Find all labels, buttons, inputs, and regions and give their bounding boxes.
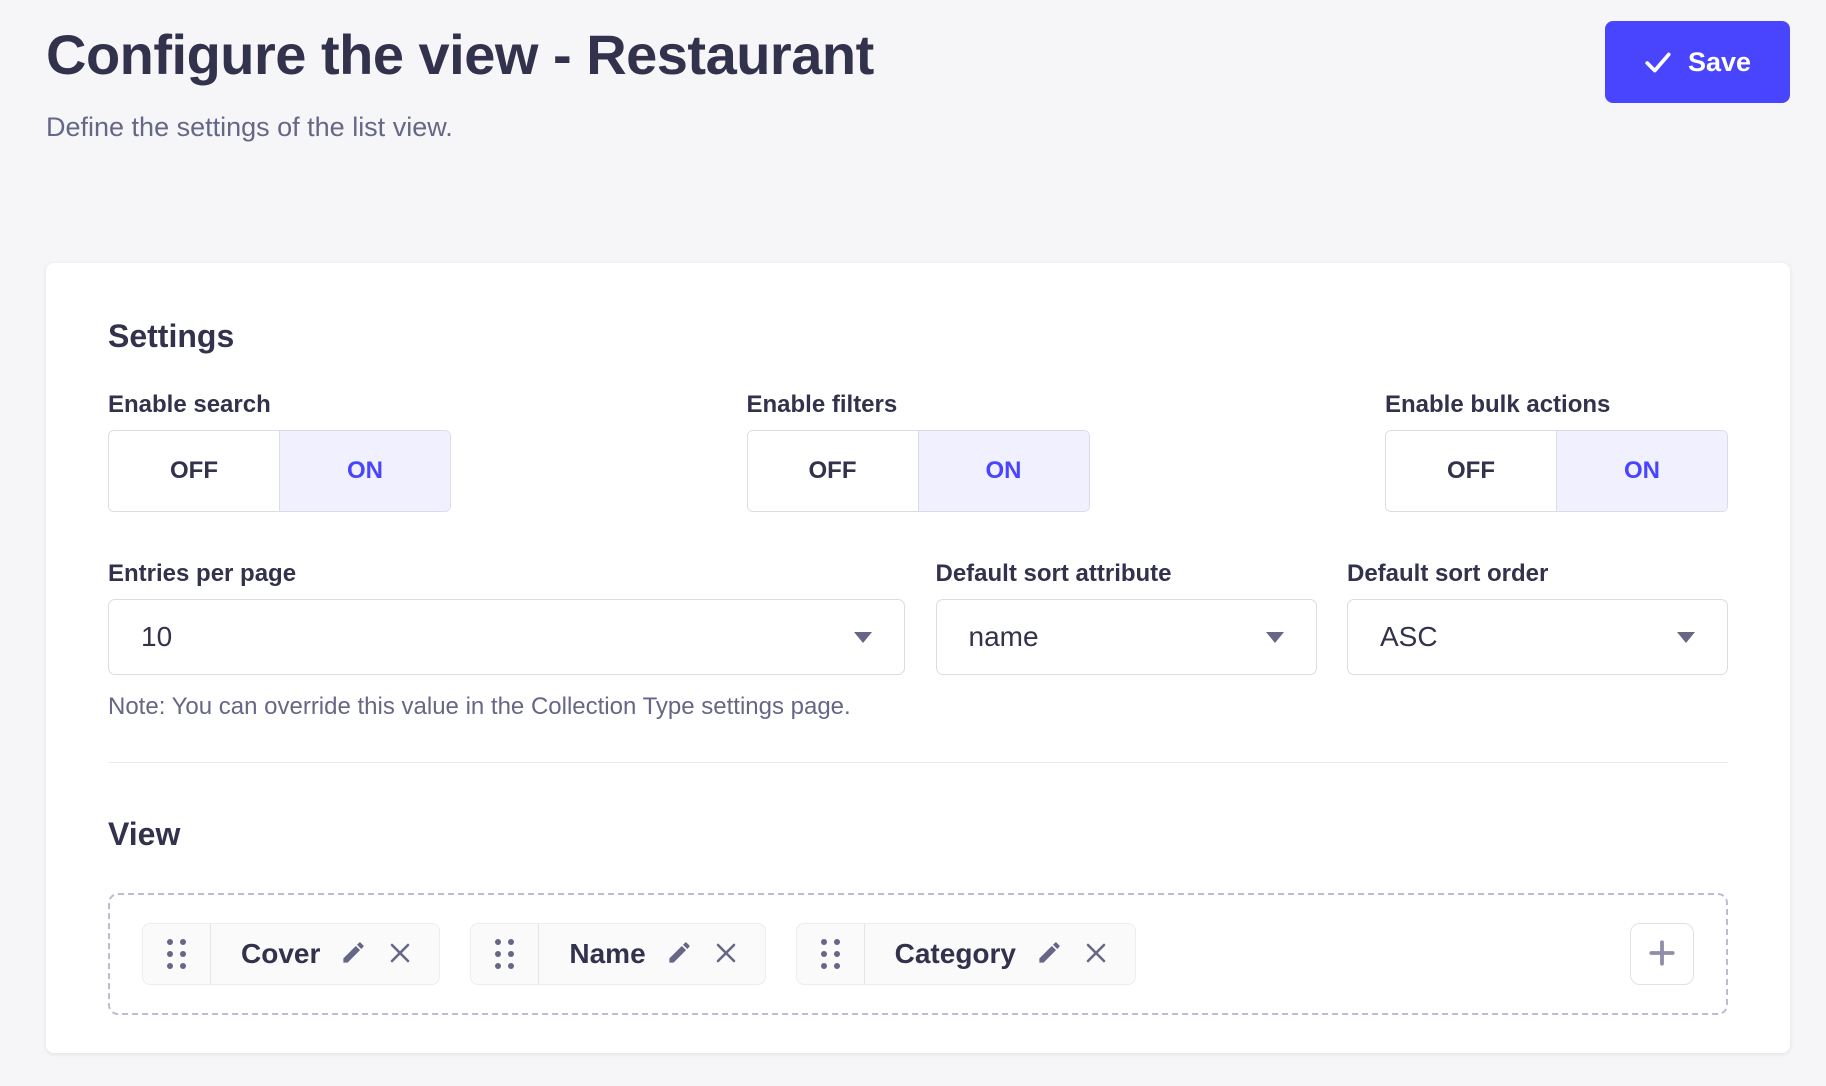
enable-filters-off-option[interactable]: OFF <box>748 431 919 511</box>
default-sort-order-select[interactable]: ASC <box>1347 599 1728 675</box>
default-sort-attribute-field: Default sort attribute name <box>936 560 1317 722</box>
column-chip-label: Cover <box>241 938 320 970</box>
chevron-down-icon <box>1677 632 1695 643</box>
default-sort-order-value: ASC <box>1380 621 1677 653</box>
drag-handle-icon <box>821 939 840 969</box>
enable-search-off-option[interactable]: OFF <box>109 431 280 511</box>
settings-card: Settings Enable search OFF ON Enable fil… <box>46 263 1790 1053</box>
enable-search-toggle: OFF ON <box>108 430 451 512</box>
drag-handle-icon <box>167 939 186 969</box>
remove-column-button[interactable] <box>1083 940 1109 969</box>
settings-heading: Settings <box>108 317 1728 355</box>
entries-per-page-note: Note: You can override this value in the… <box>108 692 905 722</box>
enable-search-label: Enable search <box>108 391 451 419</box>
chevron-down-icon <box>854 632 872 643</box>
enable-bulk-actions-field: Enable bulk actions OFF ON <box>1385 391 1728 512</box>
entries-per-page-field: Entries per page 10 Note: You can overri… <box>108 560 905 722</box>
plus-icon <box>1646 937 1678 972</box>
enable-bulk-actions-label: Enable bulk actions <box>1385 391 1728 419</box>
default-sort-attribute-select[interactable]: name <box>936 599 1317 675</box>
select-row: Entries per page 10 Note: You can overri… <box>108 560 1728 722</box>
default-sort-attribute-label: Default sort attribute <box>936 560 1317 588</box>
check-icon <box>1644 48 1672 76</box>
default-sort-attribute-value: name <box>969 621 1266 653</box>
remove-column-button[interactable] <box>713 940 739 969</box>
toggle-row: Enable search OFF ON Enable filters OFF … <box>108 391 1728 512</box>
column-chip-name[interactable]: Name <box>470 923 765 985</box>
enable-filters-field: Enable filters OFF ON <box>747 391 1090 512</box>
edit-column-button[interactable] <box>1036 939 1063 969</box>
drag-handle[interactable] <box>797 924 865 984</box>
save-button-label: Save <box>1688 47 1751 78</box>
view-heading: View <box>108 815 1728 853</box>
drag-handle[interactable] <box>471 924 539 984</box>
pencil-icon <box>340 939 367 969</box>
remove-column-button[interactable] <box>387 940 413 969</box>
enable-filters-label: Enable filters <box>747 391 1090 419</box>
enable-search-field: Enable search OFF ON <box>108 391 451 512</box>
enable-bulk-actions-toggle: OFF ON <box>1385 430 1728 512</box>
add-column-button[interactable] <box>1630 923 1694 985</box>
section-divider <box>108 762 1728 763</box>
enable-search-on-option[interactable]: ON <box>280 431 450 511</box>
drag-handle-icon <box>495 939 514 969</box>
save-button[interactable]: Save <box>1605 21 1790 103</box>
entries-per-page-label: Entries per page <box>108 560 905 588</box>
drag-handle[interactable] <box>143 924 211 984</box>
close-icon <box>713 940 739 969</box>
edit-column-button[interactable] <box>340 939 367 969</box>
default-sort-order-field: Default sort order ASC <box>1347 560 1728 722</box>
column-chip-cover[interactable]: Cover <box>142 923 440 985</box>
column-chip-label: Name <box>569 938 645 970</box>
column-chip-category[interactable]: Category <box>796 923 1136 985</box>
enable-bulk-actions-off-option[interactable]: OFF <box>1386 431 1557 511</box>
default-sort-order-label: Default sort order <box>1347 560 1728 588</box>
page-title: Configure the view - Restaurant <box>46 22 874 87</box>
enable-filters-on-option[interactable]: ON <box>919 431 1089 511</box>
edit-column-button[interactable] <box>666 939 693 969</box>
close-icon <box>387 940 413 969</box>
entries-per-page-value: 10 <box>141 621 854 653</box>
column-chip-label: Category <box>895 938 1016 970</box>
pencil-icon <box>666 939 693 969</box>
chevron-down-icon <box>1266 632 1284 643</box>
entries-per-page-select[interactable]: 10 <box>108 599 905 675</box>
close-icon <box>1083 940 1109 969</box>
page-subtitle: Define the settings of the list view. <box>46 112 453 143</box>
enable-bulk-actions-on-option[interactable]: ON <box>1557 431 1727 511</box>
enable-filters-toggle: OFF ON <box>747 430 1090 512</box>
view-columns-dropzone: Cover <box>108 893 1728 1015</box>
pencil-icon <box>1036 939 1063 969</box>
